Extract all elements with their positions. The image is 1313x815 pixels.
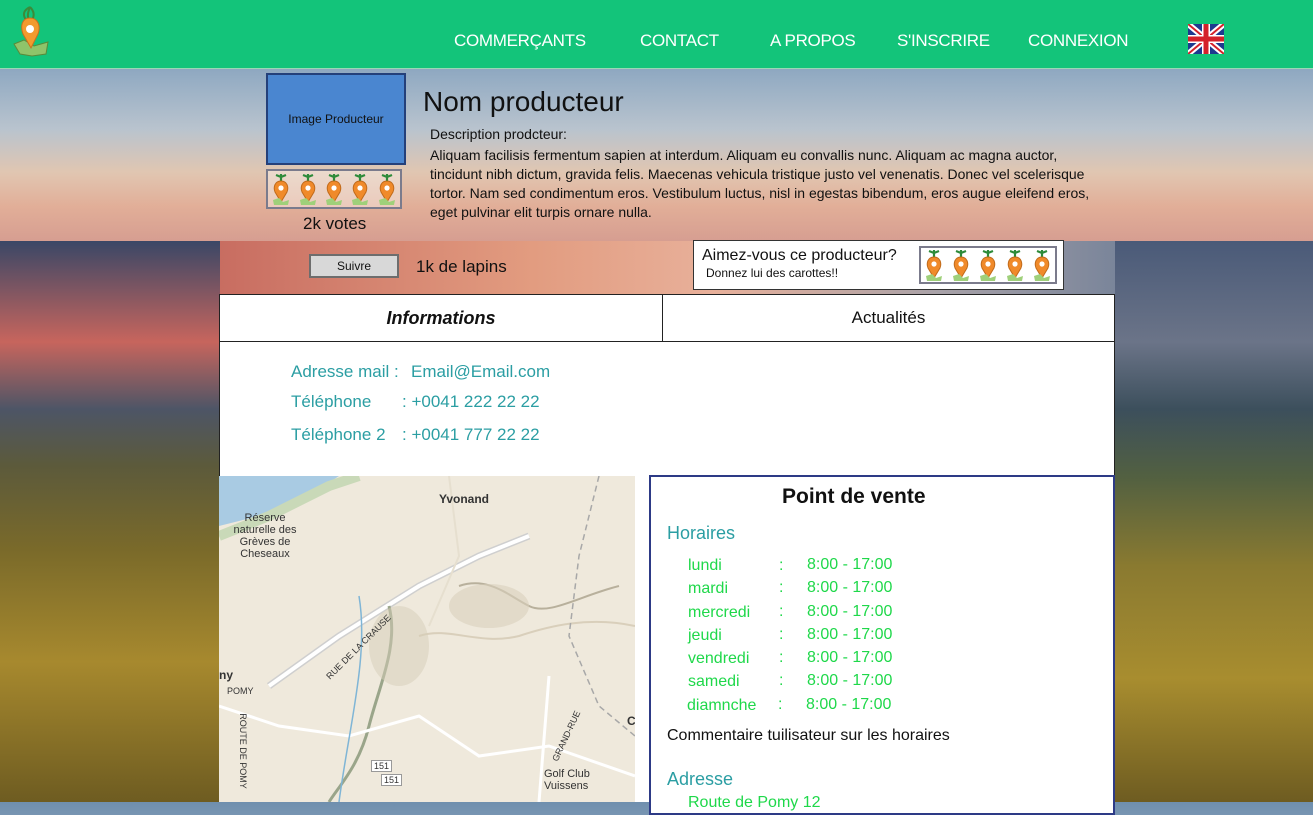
carrot-rating-icon [299,173,316,205]
carrot-rating-icon [325,173,342,205]
phone2-label: Téléphone 2 [291,425,386,444]
map-road-number: 151 [381,774,403,786]
map-label-reserve: Réserve naturelle des Grèves de Cheseaux [233,512,297,560]
map-label-route-pomy: ROUTE DE POMY [237,713,248,789]
carrot-logo-icon[interactable] [10,4,52,58]
point-de-vente-title: Point de vente [782,485,926,508]
top-navbar: COMMERÇANTS CONTACT A PROPOS S'INSCRIRE … [0,0,1313,69]
uk-flag-icon[interactable] [1188,24,1224,54]
producer-description: Aliquam facilisis fermentum sapien at in… [430,147,1090,220]
map-label-yvonand: Yvonand [439,492,490,506]
tab-informations[interactable]: Informations [219,294,663,342]
field-background-right [1115,241,1313,802]
follow-button[interactable]: Suivre [309,254,399,278]
description-label: Description prodcteur: [430,126,567,142]
hours-value: 8:00 - 17:00 [807,649,893,666]
hours-separator: : [778,696,783,713]
phone-label: Téléphone [291,392,372,411]
hours-value: 8:00 - 17:00 [806,696,892,713]
carrot-vote-icon[interactable] [1032,248,1052,282]
hours-value: 8:00 - 17:00 [807,626,893,643]
day-label: samedi [688,673,740,690]
give-carrots-rating[interactable] [919,246,1057,284]
carrot-vote-icon[interactable] [951,248,971,282]
phone-value[interactable]: : +0041 222 22 22 [402,392,540,412]
day-label: lundi [688,557,722,574]
carrot-rating-icon [352,173,369,205]
day-label: diamnche [687,697,757,714]
nav-sinscrire[interactable]: S'INSCRIRE [897,31,990,51]
vote-count: 2k votes [303,214,367,233]
nav-commercants[interactable]: COMMERÇANTS [454,31,586,51]
phone2-value[interactable]: : +0041 777 22 22 [402,425,540,445]
follower-count: 1k de lapins [416,257,507,276]
producer-image: Image Producteur [266,73,406,165]
hours-value: 8:00 - 17:00 [807,556,893,573]
producer-rating [266,169,402,209]
carrot-vote-icon[interactable] [924,248,944,282]
nav-connexion[interactable]: CONNEXION [1028,31,1129,51]
hours-separator: : [779,649,784,666]
hours-separator: : [779,557,784,574]
map-label-partial: C [627,714,635,728]
map-label-partial: ny [219,668,234,682]
map-label-pomy: POMY [227,686,254,696]
carrot-vote-icon[interactable] [978,248,998,282]
hours-value: 8:00 - 17:00 [807,672,893,689]
address-heading: Adresse [667,769,734,789]
day-label: mardi [688,580,729,597]
like-title: Aimez-vous ce producteur? [702,247,897,264]
email-label: Adresse mail : [291,362,399,381]
producer-image-label: Image Producteur [288,112,384,126]
carrot-rating-icon [273,173,290,205]
like-subtitle: Donnez lui des carottes!! [706,266,839,280]
email-value[interactable]: Email@Email.com [411,362,550,382]
location-map[interactable]: Yvonand Réserve naturelle des Grèves de … [219,476,635,802]
map-road-number: 151 [371,760,393,772]
hours-comment: Commentaire tuilisateur sur les horaires [667,727,950,744]
hours-separator: : [779,672,784,689]
map-label-golf: Golf Club Vuissens [544,768,590,792]
hours-value: 8:00 - 17:00 [807,579,893,596]
producer-name: Nom producteur [423,86,624,117]
nav-contact[interactable]: CONTACT [640,31,719,51]
tab-actualites[interactable]: Actualités [662,294,1115,342]
hours-separator: : [779,579,784,596]
hours-separator: : [779,626,784,643]
hours-value: 8:00 - 17:00 [807,603,893,620]
hours-separator: : [779,603,784,620]
address-line: Route de Pomy 12 [688,794,821,811]
carrot-rating-icon [378,173,395,205]
day-label: vendredi [688,650,750,667]
day-label: mercredi [688,604,751,621]
like-producer-box: Aimez-vous ce producteur? Donnez lui des… [693,240,1064,290]
nav-a-propos[interactable]: A PROPOS [770,31,856,51]
field-background-left [0,241,220,802]
hours-heading: Horaires [667,523,736,543]
carrot-vote-icon[interactable] [1005,248,1025,282]
day-label: jeudi [688,627,722,644]
